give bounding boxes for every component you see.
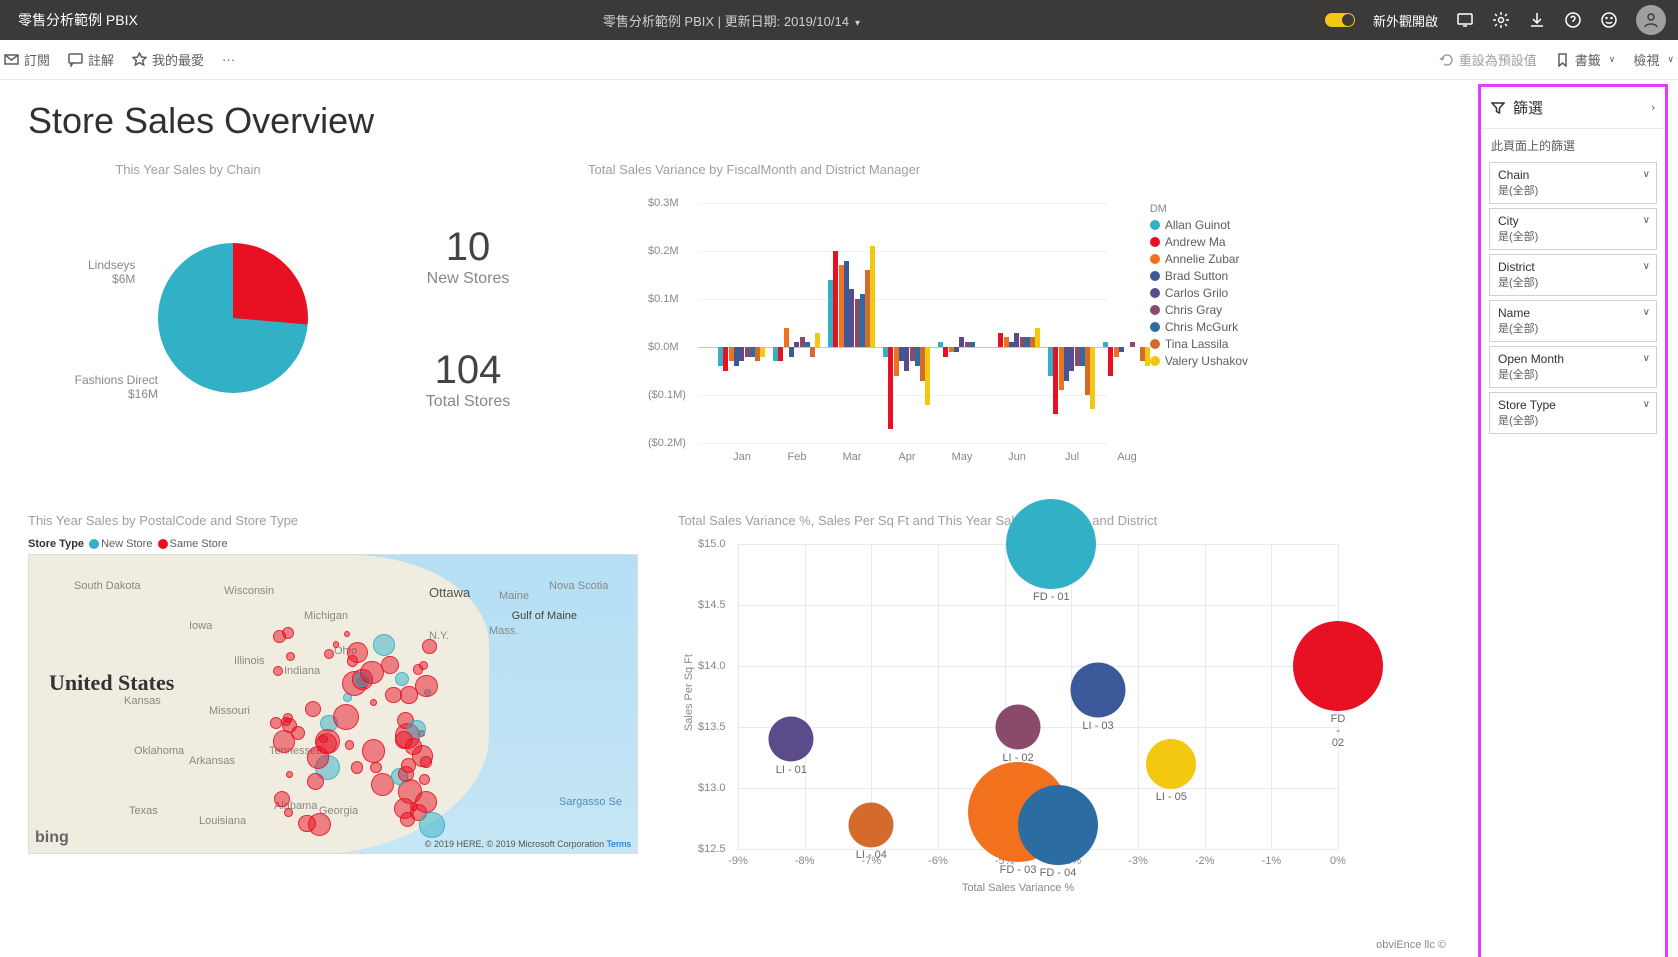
view-button[interactable]: 檢視∨ bbox=[1633, 50, 1674, 69]
present-icon[interactable] bbox=[1456, 11, 1474, 29]
page-title: Store Sales Overview bbox=[28, 100, 1450, 142]
download-icon[interactable] bbox=[1528, 11, 1546, 29]
bing-logo: bing bbox=[35, 829, 69, 847]
new-look-label: 新外觀開啟 bbox=[1373, 11, 1438, 30]
comment-icon bbox=[68, 52, 83, 67]
comments-button[interactable]: 註解 bbox=[68, 50, 114, 69]
map-title: This Year Sales by PostalCode and Store … bbox=[28, 513, 648, 528]
bar-chart[interactable]: $0.3M$0.2M$0.1M$0.0M($0.1M)($0.2M)JanFeb… bbox=[588, 183, 1118, 473]
bookmarks-button[interactable]: 書籤∨ bbox=[1555, 50, 1616, 69]
pie-title: This Year Sales by Chain bbox=[28, 162, 348, 177]
filter-card-name[interactable]: Name是(全部)∨ bbox=[1489, 300, 1657, 342]
more-button[interactable]: ··· bbox=[222, 52, 235, 67]
filter-card-district[interactable]: District是(全部)∨ bbox=[1489, 254, 1657, 296]
new-look-toggle[interactable] bbox=[1325, 13, 1355, 27]
pie-label-lindseys: Lindseys$6M bbox=[88, 258, 135, 286]
file-title: 零售分析範例 PBIX bbox=[12, 10, 138, 30]
top-bar: 零售分析範例 PBIX 零售分析範例 PBIX | 更新日期: 2019/10/… bbox=[0, 0, 1678, 40]
pie-slice bbox=[158, 243, 308, 393]
total-stores-card[interactable]: 104 Total Stores bbox=[426, 348, 510, 411]
favorite-button[interactable]: 我的最愛 bbox=[132, 50, 204, 69]
reset-button[interactable]: 重設為預設值 bbox=[1439, 50, 1537, 69]
pie-chart[interactable]: Lindseys$6M Fashions Direct$16M bbox=[28, 183, 328, 443]
scatter-chart[interactable]: -9%-8%-7%-6%-5%-4%-3%-2%-1%0%$12.5$13.0$… bbox=[678, 534, 1358, 894]
footer-attribution: obviEnce llc © bbox=[1376, 939, 1446, 951]
chevron-right-icon: › bbox=[1651, 102, 1655, 114]
star-icon bbox=[132, 52, 147, 67]
action-bar: 訂閱 註解 我的最愛 ··· 重設為預設值 書籤∨ 檢視∨ bbox=[0, 40, 1678, 80]
help-icon[interactable] bbox=[1564, 11, 1582, 29]
smiley-icon[interactable] bbox=[1600, 11, 1618, 29]
reset-icon bbox=[1439, 52, 1454, 67]
breadcrumb[interactable]: 零售分析範例 PBIX | 更新日期: 2019/10/14▾ bbox=[150, 11, 1313, 30]
subscribe-button[interactable]: 訂閱 bbox=[4, 50, 50, 69]
mail-icon bbox=[4, 52, 19, 67]
filter-card-store-type[interactable]: Store Type是(全部)∨ bbox=[1489, 392, 1657, 434]
barchart-title: Total Sales Variance by FiscalMonth and … bbox=[588, 162, 1268, 177]
avatar[interactable] bbox=[1636, 5, 1666, 35]
filters-header[interactable]: 篩選 › bbox=[1481, 87, 1665, 129]
bookmark-icon bbox=[1555, 52, 1570, 67]
scatter-ylabel: Sales Per Sq Ft bbox=[683, 654, 695, 731]
map-visual[interactable]: United States South DakotaWisconsinMichi… bbox=[28, 554, 638, 854]
map-label-us: United States bbox=[49, 670, 174, 696]
bar-legend: DM Allan GuinotAndrew MaAnnelie ZubarBra… bbox=[1150, 203, 1248, 371]
filter-icon bbox=[1491, 101, 1505, 115]
filter-card-open-month[interactable]: Open Month是(全部)∨ bbox=[1489, 346, 1657, 388]
map-attribution: © 2019 HERE, © 2019 Microsoft Corporatio… bbox=[425, 839, 631, 849]
filters-section-title: 此頁面上的篩選 bbox=[1481, 129, 1665, 158]
user-icon bbox=[1642, 11, 1660, 29]
map-terms-link[interactable]: Terms bbox=[607, 839, 632, 849]
filter-card-city[interactable]: City是(全部)∨ bbox=[1489, 208, 1657, 250]
filter-card-chain[interactable]: Chain是(全部)∨ bbox=[1489, 162, 1657, 204]
map-legend: Store Type New Store Same Store bbox=[28, 538, 648, 550]
report-canvas: Store Sales Overview This Year Sales by … bbox=[0, 80, 1478, 957]
pie-label-fashions: Fashions Direct$16M bbox=[38, 373, 158, 401]
gear-icon[interactable] bbox=[1492, 11, 1510, 29]
new-stores-card[interactable]: 10 New Stores bbox=[427, 225, 510, 288]
filters-pane: 篩選 › 此頁面上的篩選 Chain是(全部)∨City是(全部)∨Distri… bbox=[1478, 84, 1668, 957]
scatter-xlabel: Total Sales Variance % bbox=[962, 882, 1074, 894]
